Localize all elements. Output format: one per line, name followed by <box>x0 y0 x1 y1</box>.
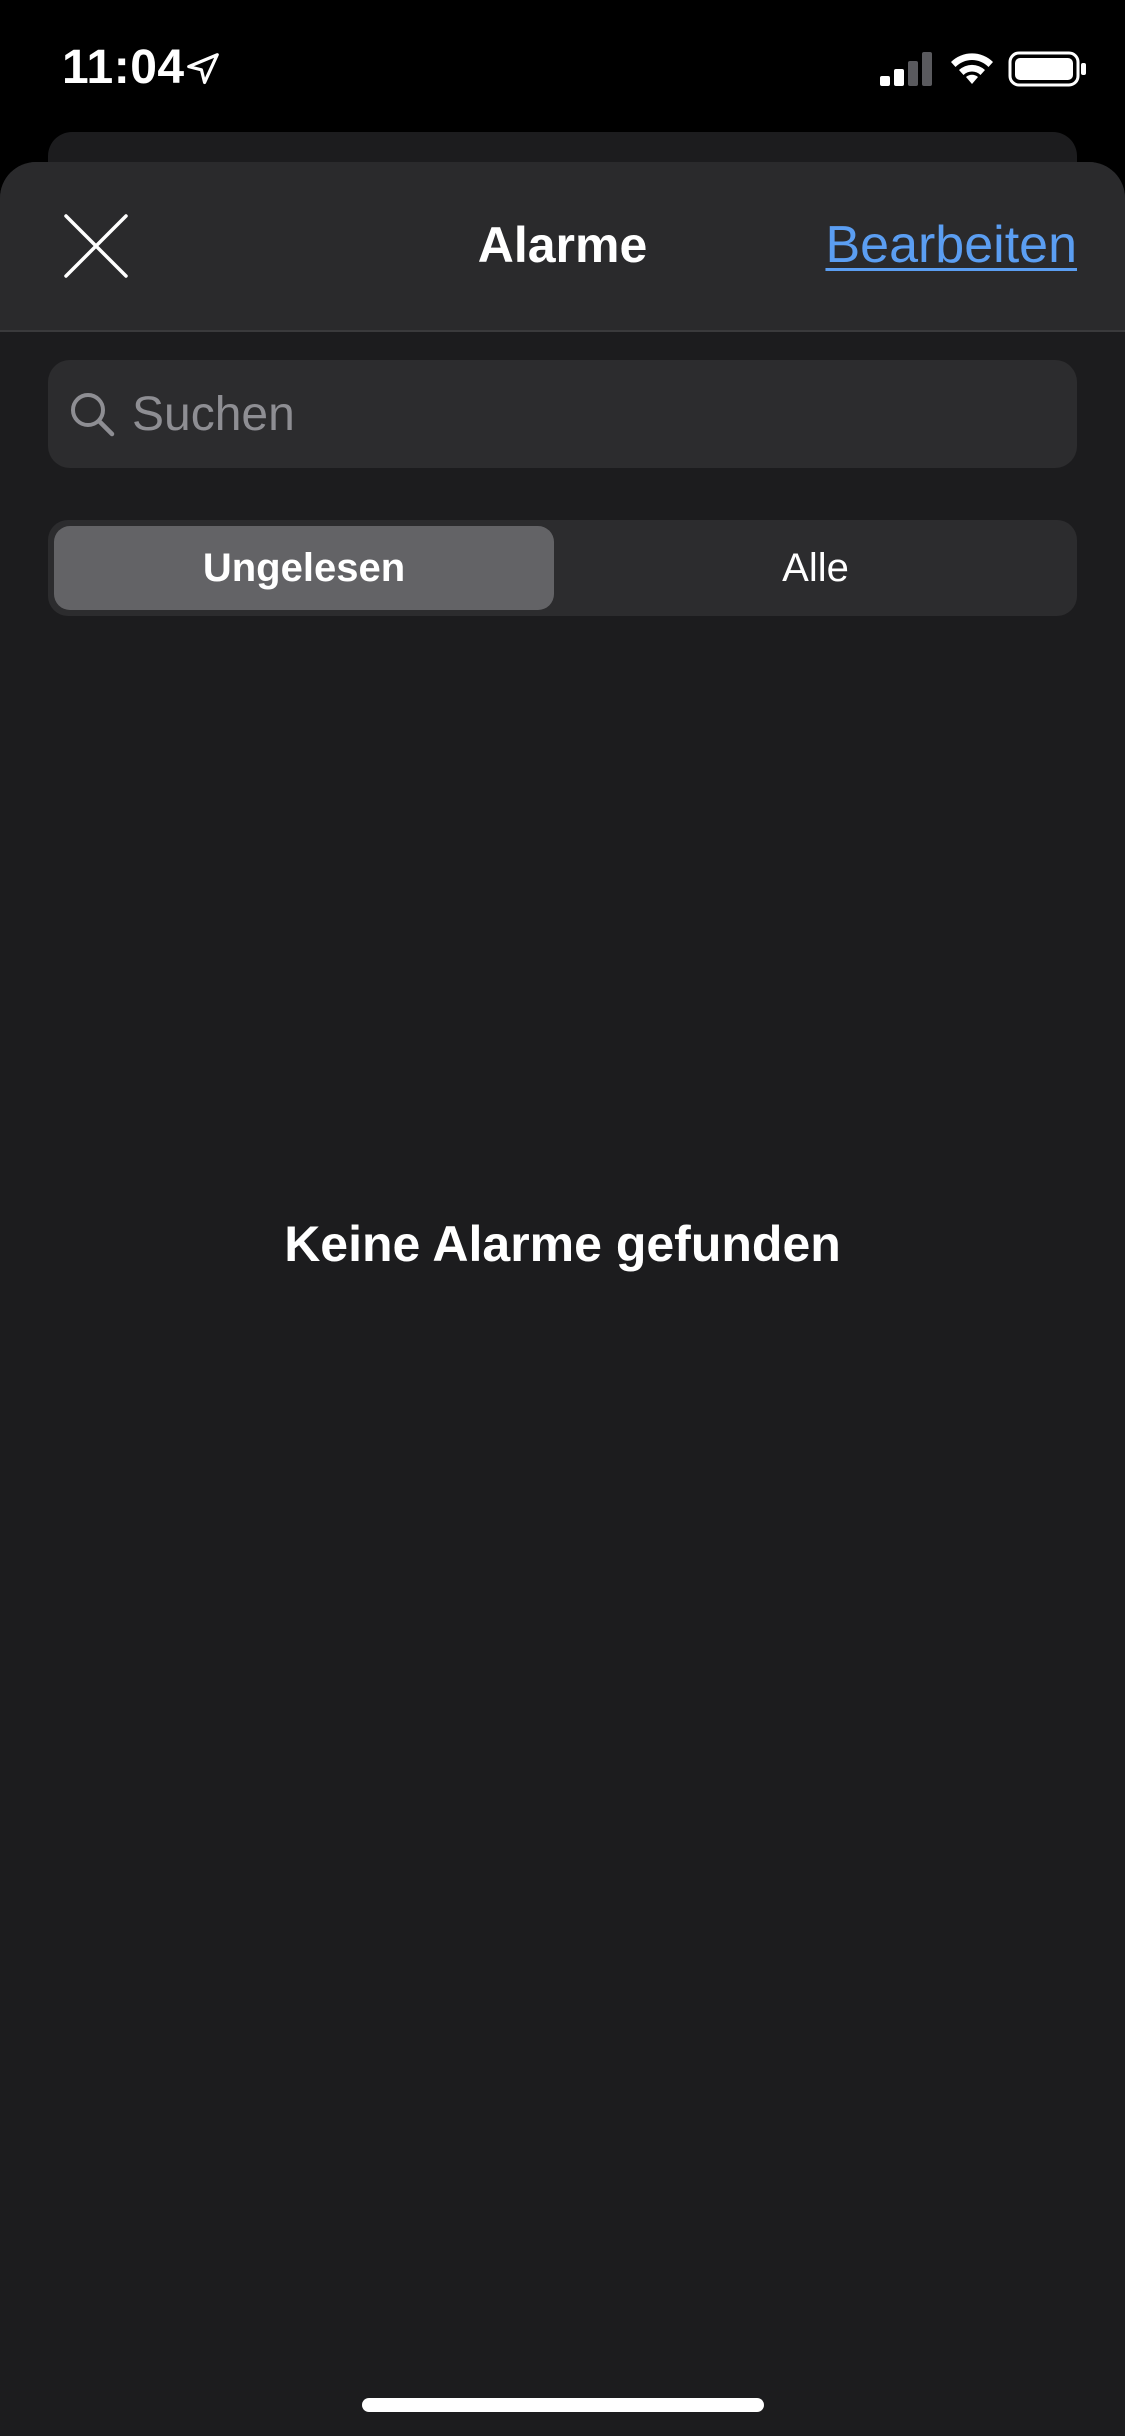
search-field[interactable] <box>48 360 1077 468</box>
alarms-sheet: Alarme Bearbeiten Ungelesen Alle Keine A… <box>0 162 1125 2436</box>
segment-all-label: Alle <box>782 545 849 590</box>
home-indicator[interactable] <box>362 2398 764 2412</box>
location-arrow-icon <box>187 53 219 85</box>
filter-segmented-control: Ungelesen Alle <box>48 520 1077 616</box>
wifi-icon <box>951 53 993 84</box>
screen: 11:04 Alarme Bearbeiten Suchen Ungelesen… <box>0 0 1125 2436</box>
search-input[interactable] <box>132 360 1052 468</box>
edit-button[interactable]: Bearbeiten <box>825 212 1077 278</box>
search-icon <box>71 393 115 437</box>
segment-all[interactable]: Alle <box>560 526 1071 610</box>
cellular-signal-icon <box>880 52 932 86</box>
empty-state-message: Keine Alarme gefunden <box>284 1216 841 1272</box>
status-time: 11:04 <box>62 41 185 94</box>
nav-bar: Alarme Bearbeiten <box>0 162 1125 332</box>
battery-icon <box>1008 51 1086 87</box>
segment-unread-label: Ungelesen <box>202 545 406 590</box>
status-bar: 11:04 <box>0 0 1125 132</box>
segment-unread[interactable]: Ungelesen <box>54 526 554 610</box>
